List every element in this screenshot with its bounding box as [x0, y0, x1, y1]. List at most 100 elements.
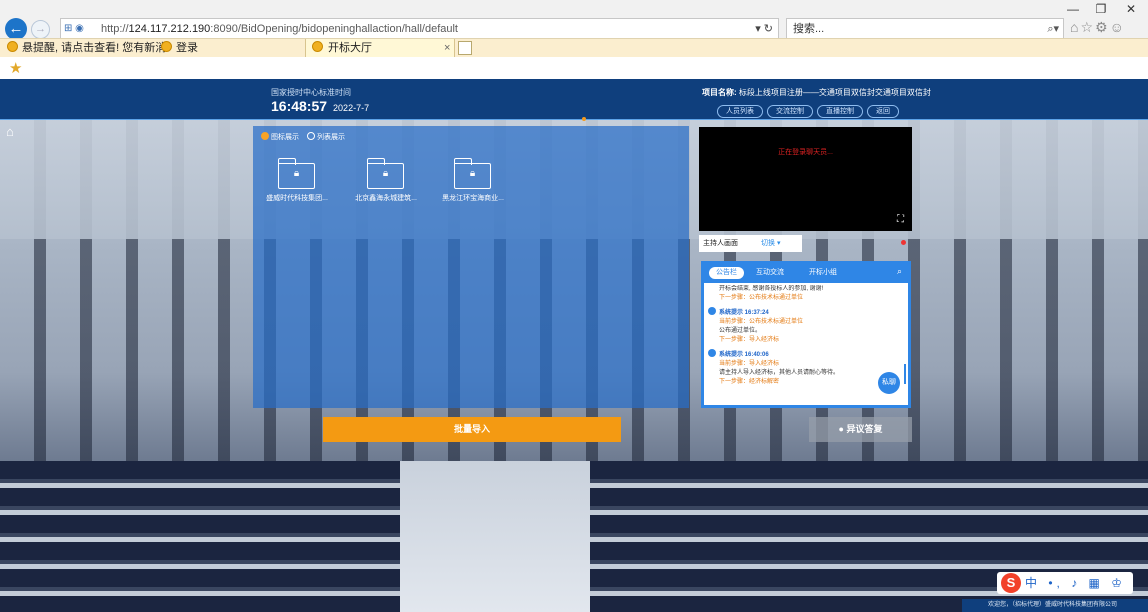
- video-source-select[interactable]: 主持人画面 切换 ▾: [699, 235, 802, 252]
- batch-import-button[interactable]: 批量导入: [323, 417, 621, 442]
- search-icon[interactable]: ⌕▾: [1047, 19, 1059, 39]
- forward-button[interactable]: →: [31, 20, 50, 39]
- toolbar-icons: ⌂☆⚙☺: [1070, 19, 1126, 36]
- tab-close-icon[interactable]: ×: [444, 39, 450, 57]
- ie-page-icon: [312, 39, 327, 57]
- forward-arrow-icon: →: [35, 23, 46, 35]
- restore-button[interactable]: ❐: [1088, 2, 1114, 16]
- locked-folder-icon: 🔒︎: [367, 158, 405, 189]
- tab-title: 开标大厅: [328, 42, 372, 54]
- icon-view-radio[interactable]: 图标展示: [261, 132, 299, 141]
- radio-checked-icon: [261, 132, 269, 140]
- favorites-star-icon[interactable]: ☆: [1080, 19, 1095, 35]
- private-chat-button[interactable]: 私聊: [878, 372, 900, 394]
- live-control-button[interactable]: 直播控制: [817, 105, 863, 118]
- chat-messages: 开标会结束, 感谢各投标人的参加, 谢谢! 下一步骤：公布技术标通过单位 系统提…: [708, 285, 900, 407]
- chat-message: 系统提示 16:37:24 当前步骤：公布技术标通过单位 公布通过单位。 下一步…: [708, 307, 900, 345]
- favorite-link-notice[interactable]: 悬提醒, 请点击查看! 您有新消: [7, 39, 166, 57]
- system-avatar-icon: [708, 349, 716, 357]
- message-next-step: 下一步骤：导入经济标: [719, 337, 780, 343]
- locked-folder-icon: 🔒︎: [278, 158, 316, 189]
- back-button[interactable]: ←: [5, 18, 27, 40]
- sogou-logo-icon: S: [1001, 573, 1021, 593]
- favorite-label: 登录: [176, 42, 198, 54]
- personnel-list-button[interactable]: 人员列表: [717, 105, 763, 118]
- objection-reply-button[interactable]: ● 异议答复: [809, 417, 912, 442]
- background-aisle: [400, 461, 590, 612]
- new-tab-button[interactable]: [458, 41, 472, 55]
- chat-bubble-icon: ●: [838, 424, 844, 434]
- live-video-player[interactable]: 正在登录聊天员... ⛶: [699, 127, 912, 231]
- address-url[interactable]: http://124.117.212.190:8090/BidOpening/b…: [101, 19, 458, 39]
- folder-label: 黑龙江环宝海商业...: [442, 195, 504, 202]
- smiley-icon[interactable]: ☺: [1110, 19, 1126, 35]
- refresh-icon[interactable]: ▾ ↻: [755, 19, 773, 39]
- ie-page-icon: [161, 41, 172, 52]
- clock-time: 16:48:57 2022-7-7: [271, 98, 369, 114]
- bidder-folder[interactable]: 🔒︎ 黑龙江环宝海商业...: [436, 158, 510, 203]
- tab-and-favorites-bar: 悬提醒, 请点击查看! 您有新消 登录 开标大厅 ×: [0, 38, 1148, 58]
- message-text: 请主持人导入经济标，其他人员请耐心等待。: [719, 370, 840, 376]
- folder-label: 北京鑫海永城建筑...: [355, 195, 417, 202]
- back-arrow-icon: ←: [8, 20, 24, 37]
- favorite-link-login[interactable]: 登录: [161, 39, 198, 57]
- return-button[interactable]: 返回: [867, 105, 899, 118]
- home-page-icon[interactable]: ⌂: [1070, 19, 1080, 35]
- folder-label: 盛威时代科技集团...: [266, 195, 328, 202]
- add-favorite-star-icon[interactable]: ★: [9, 59, 22, 77]
- message-next-step: 下一步骤：经济标解密: [719, 379, 780, 385]
- message-next-step: 下一步骤：公布技术标通过单位: [719, 295, 804, 301]
- search-placeholder: 搜索...: [793, 23, 825, 35]
- search-box[interactable]: 搜索... ⌕▾: [786, 18, 1064, 40]
- chat-scrollbar[interactable]: [904, 364, 906, 384]
- bidder-folder[interactable]: 🔒︎ 北京鑫海永城建筑...: [349, 158, 423, 203]
- list-view-radio[interactable]: 列表展示: [306, 132, 345, 141]
- header-buttons: 人员列表 交流控制 直播控制 返回: [717, 100, 903, 118]
- switch-label: 切换: [761, 240, 775, 247]
- tab-bid-hall[interactable]: 开标大厅: [305, 39, 455, 57]
- system-avatar-icon: [708, 307, 716, 315]
- address-bar[interactable]: ⊞ ◉ http://124.117.212.190:8090/BidOpeni…: [60, 18, 779, 40]
- locked-folder-icon: 🔒︎: [454, 158, 492, 189]
- project-title: 项目名称: 标段上线项目注册——交通项目双信封交通项目双信封: [702, 87, 931, 98]
- clock-label: 国家授时中心标准时间: [271, 88, 351, 97]
- url-path: :8090/BidOpening/bidopeninghallaction/ha…: [210, 23, 458, 35]
- fullscreen-icon[interactable]: ⛶: [897, 215, 907, 225]
- date-value: 2022-7-7: [333, 103, 370, 113]
- ime-toolbar[interactable]: S 中 •, ♪ ▦ ♔ ⁜: [997, 572, 1133, 612]
- message-text: 公布通过单位。: [719, 328, 762, 334]
- list-view-label: 列表展示: [316, 134, 345, 141]
- chat-message: 开标会结束, 感谢各投标人的参加, 谢谢! 下一步骤：公布技术标通过单位: [708, 285, 900, 303]
- tab-interaction[interactable]: 互动交流: [749, 267, 791, 279]
- chat-control-button[interactable]: 交流控制: [767, 105, 813, 118]
- message-current-step: 当前步骤：导入经济标: [719, 361, 780, 367]
- home-icon[interactable]: ⌂: [6, 125, 20, 138]
- time-value: 16:48:57: [271, 98, 328, 114]
- minimize-button[interactable]: —: [1060, 2, 1086, 16]
- browser-titlebar: — ❐ ✕ ← → ⊞ ◉ http://124.117.212.190:809…: [0, 0, 1148, 40]
- message-sender: 系统提示 16:37:24: [719, 310, 769, 316]
- url-scheme: http://: [101, 23, 129, 35]
- objection-label: 异议答复: [846, 424, 883, 434]
- command-bar: ★: [0, 57, 1148, 79]
- close-video-icon[interactable]: [901, 240, 906, 245]
- switch-link[interactable]: 切换 ▾: [761, 235, 780, 252]
- bidder-folder[interactable]: 🔒︎ 盛威时代科技集团...: [260, 158, 334, 203]
- search-icon[interactable]: ⌕: [897, 266, 902, 277]
- compat-view-icon[interactable]: ⊞ ◉: [64, 22, 84, 35]
- welcome-status: 欢迎您，（招标代理）盛威时代科技集团有限公司: [962, 599, 1148, 612]
- close-window-button[interactable]: ✕: [1118, 2, 1144, 16]
- project-label: 项目名称:: [702, 88, 737, 97]
- chevron-down-icon: ▾: [776, 240, 781, 247]
- message-text: 开标会结束, 感谢各投标人的参加, 谢谢!: [719, 286, 824, 292]
- hall-header: 国家授时中心标准时间 16:48:57 2022-7-7 项目名称: 标段上线项目…: [0, 79, 1148, 120]
- view-toggle: 图标展示 列表展示: [261, 132, 345, 142]
- tab-bulletin[interactable]: 公告栏: [709, 267, 744, 279]
- chat-tabs: 公告栏 互动交流 开标小组 ⌕: [704, 264, 908, 283]
- bid-hall-page: 国家授时中心标准时间 16:48:57 2022-7-7 项目名称: 标段上线项目…: [0, 79, 1148, 612]
- message-sender: 系统提示 16:40:06: [719, 352, 769, 358]
- favorite-label: 悬提醒, 请点击查看! 您有新消: [22, 42, 167, 54]
- ie-page-icon: [7, 41, 18, 52]
- settings-gear-icon[interactable]: ⚙: [1095, 19, 1110, 35]
- tab-bid-group[interactable]: 开标小组: [802, 267, 844, 279]
